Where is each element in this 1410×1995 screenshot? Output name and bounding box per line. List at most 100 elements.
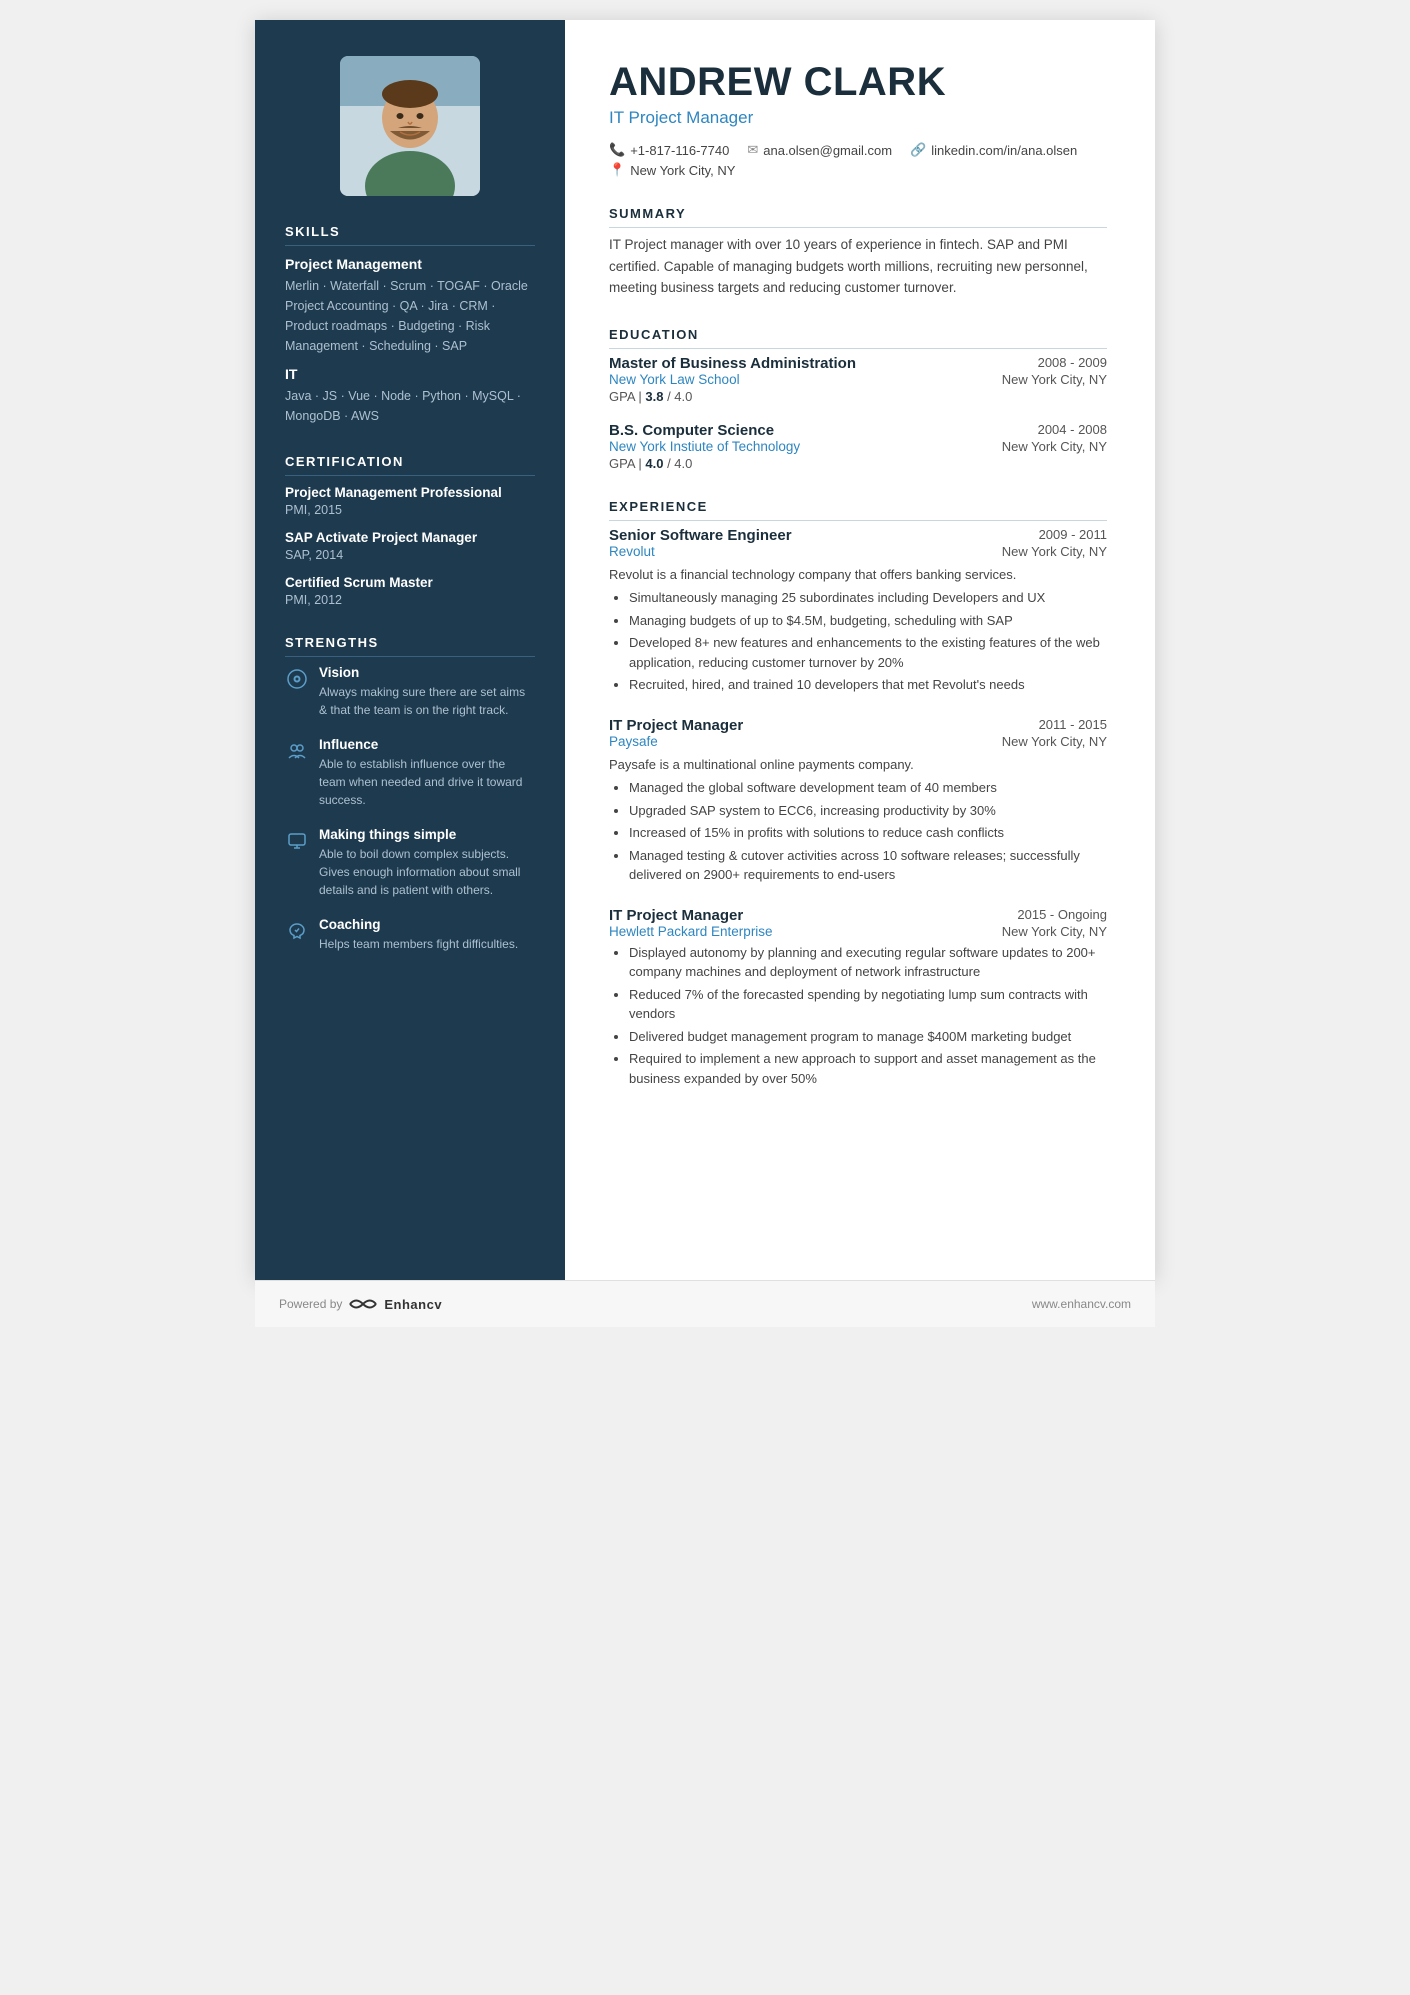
exp-year-2: 2011 - 2015 <box>1039 717 1107 732</box>
exp-company-row-3: Hewlett Packard Enterprise New York City… <box>609 924 1107 939</box>
pm-skill-title: Project Management <box>285 256 535 272</box>
edu-gpa-2: GPA | 4.0 / 4.0 <box>609 456 1107 471</box>
exp-item-1: Senior Software Engineer 2009 - 2011 Rev… <box>609 527 1107 695</box>
linkedin-icon: 🔗 <box>910 142 926 158</box>
edu-degree-1: Master of Business Administration <box>609 355 856 372</box>
powered-by-text: Powered by <box>279 1297 342 1311</box>
exp-bullet-3-4: Required to implement a new approach to … <box>629 1049 1107 1088</box>
edu-item-2: B.S. Computer Science 2004 - 2008 New Yo… <box>609 422 1107 471</box>
strengths-section: STRENGTHS Vision Always making sure ther <box>285 635 535 953</box>
phone-icon: 📞 <box>609 142 625 158</box>
edu-school-row-2: New York Instiute of Technology New York… <box>609 439 1107 454</box>
email-text: ana.olsen@gmail.com <box>763 143 892 158</box>
strength-simple: Making things simple Able to boil down c… <box>285 827 535 899</box>
phone-text: +1-817-116-7740 <box>630 143 729 158</box>
strength-simple-text: Making things simple Able to boil down c… <box>319 827 535 899</box>
exp-bullet-1-2: Managing budgets of up to $4.5M, budgeti… <box>629 611 1107 631</box>
linkedin-item: 🔗 linkedin.com/in/ana.olsen <box>910 142 1077 158</box>
strength-influence: Influence Able to establish influence ov… <box>285 737 535 809</box>
cert-sub-2: SAP, 2014 <box>285 548 535 562</box>
cert-title: CERTIFICATION <box>285 454 535 476</box>
phone-item: 📞 +1-817-116-7740 <box>609 142 729 158</box>
exp-item-2: IT Project Manager 2011 - 2015 Paysafe N… <box>609 717 1107 885</box>
contact-row: 📞 +1-817-116-7740 ✉ ana.olsen@gmail.com … <box>609 142 1107 158</box>
skills-section: SKILLS Project Management Merlin · Water… <box>285 224 535 426</box>
name-section: ANDREW CLARK IT Project Manager 📞 +1-817… <box>609 60 1107 178</box>
location-text: New York City, NY <box>630 163 735 178</box>
education-title: EDUCATION <box>609 327 1107 349</box>
strength-coaching-text: Coaching Helps team members fight diffic… <box>319 917 518 953</box>
exp-company-row-1: Revolut New York City, NY <box>609 544 1107 559</box>
cert-sub-1: PMI, 2015 <box>285 503 535 517</box>
exp-company-row-2: Paysafe New York City, NY <box>609 734 1107 749</box>
footer-website: www.enhancv.com <box>1032 1297 1131 1311</box>
location-icon: 📍 <box>609 162 625 178</box>
edu-location-1: New York City, NY <box>1002 372 1107 387</box>
exp-header-3: IT Project Manager 2015 - Ongoing <box>609 907 1107 924</box>
exp-company-1: Revolut <box>609 544 655 559</box>
edu-school-1: New York Law School <box>609 372 740 387</box>
candidate-name: ANDREW CLARK <box>609 60 1107 104</box>
location-row: 📍 New York City, NY <box>609 162 1107 178</box>
pm-skills: Merlin · Waterfall · Scrum · TOGAF · Ora… <box>285 276 535 356</box>
exp-bullet-3-1: Displayed autonomy by planning and execu… <box>629 943 1107 982</box>
edu-header-1: Master of Business Administration 2008 -… <box>609 355 1107 372</box>
cert-name-3: Certified Scrum Master <box>285 574 535 593</box>
email-item: ✉ ana.olsen@gmail.com <box>747 142 892 158</box>
summary-text: IT Project manager with over 10 years of… <box>609 234 1107 299</box>
main-content: ANDREW CLARK IT Project Manager 📞 +1-817… <box>565 20 1155 1280</box>
cert-sub-3: PMI, 2012 <box>285 593 535 607</box>
avatar <box>340 56 480 196</box>
edu-location-2: New York City, NY <box>1002 439 1107 454</box>
exp-bullets-1: Simultaneously managing 25 subordinates … <box>609 588 1107 695</box>
footer: Powered by Enhancv www.enhancv.com <box>255 1280 1155 1327</box>
exp-bullet-1-4: Recruited, hired, and trained 10 develop… <box>629 675 1107 695</box>
summary-title: SUMMARY <box>609 206 1107 228</box>
exp-header-2: IT Project Manager 2011 - 2015 <box>609 717 1107 734</box>
exp-bullet-1-1: Simultaneously managing 25 subordinates … <box>629 588 1107 608</box>
exp-bullet-1-3: Developed 8+ new features and enhancemen… <box>629 633 1107 672</box>
exp-company-2: Paysafe <box>609 734 658 749</box>
cert-item-3: Certified Scrum Master PMI, 2012 <box>285 574 535 607</box>
sidebar-content: SKILLS Project Management Merlin · Water… <box>255 224 565 981</box>
it-skills: Java · JS · Vue · Node · Python · MySQL … <box>285 386 535 426</box>
exp-bullet-2-1: Managed the global software development … <box>629 778 1107 798</box>
strength-influence-text: Influence Able to establish influence ov… <box>319 737 535 809</box>
brand-name: Enhancv <box>384 1297 442 1312</box>
edu-school-row-1: New York Law School New York City, NY <box>609 372 1107 387</box>
experience-section: EXPERIENCE Senior Software Engineer 2009… <box>609 499 1107 1089</box>
cert-item-1: Project Management Professional PMI, 201… <box>285 484 535 517</box>
cert-name-2: SAP Activate Project Manager <box>285 529 535 548</box>
exp-item-3: IT Project Manager 2015 - Ongoing Hewlet… <box>609 907 1107 1089</box>
exp-desc-2: Paysafe is a multinational online paymen… <box>609 755 1107 775</box>
cert-name-1: Project Management Professional <box>285 484 535 503</box>
strength-vision-text: Vision Always making sure there are set … <box>319 665 535 719</box>
exp-company-3: Hewlett Packard Enterprise <box>609 924 773 939</box>
it-skill-title: IT <box>285 366 535 382</box>
exp-year-3: 2015 - Ongoing <box>1017 907 1107 922</box>
vision-icon <box>285 667 309 691</box>
skills-title: SKILLS <box>285 224 535 246</box>
strength-vision: Vision Always making sure there are set … <box>285 665 535 719</box>
exp-role-2: IT Project Manager <box>609 717 743 734</box>
experience-title: EXPERIENCE <box>609 499 1107 521</box>
exp-location-1: New York City, NY <box>1002 544 1107 559</box>
education-section: EDUCATION Master of Business Administrat… <box>609 327 1107 471</box>
edu-item-1: Master of Business Administration 2008 -… <box>609 355 1107 404</box>
exp-bullets-2: Managed the global software development … <box>609 778 1107 885</box>
enhancv-logo-icon <box>348 1295 378 1313</box>
coaching-icon <box>285 919 309 943</box>
exp-year-1: 2009 - 2011 <box>1039 527 1107 542</box>
exp-bullet-2-4: Managed testing & cutover activities acr… <box>629 846 1107 885</box>
edu-school-2: New York Instiute of Technology <box>609 439 800 454</box>
influence-icon <box>285 739 309 763</box>
exp-location-2: New York City, NY <box>1002 734 1107 749</box>
strengths-title: STRENGTHS <box>285 635 535 657</box>
edu-header-2: B.S. Computer Science 2004 - 2008 <box>609 422 1107 439</box>
edu-year-1: 2008 - 2009 <box>1038 355 1107 370</box>
linkedin-text: linkedin.com/in/ana.olsen <box>931 143 1077 158</box>
avatar-container <box>255 20 565 224</box>
exp-bullet-2-2: Upgraded SAP system to ECC6, increasing … <box>629 801 1107 821</box>
exp-bullet-3-3: Delivered budget management program to m… <box>629 1027 1107 1047</box>
resume-container: SKILLS Project Management Merlin · Water… <box>255 20 1155 1280</box>
